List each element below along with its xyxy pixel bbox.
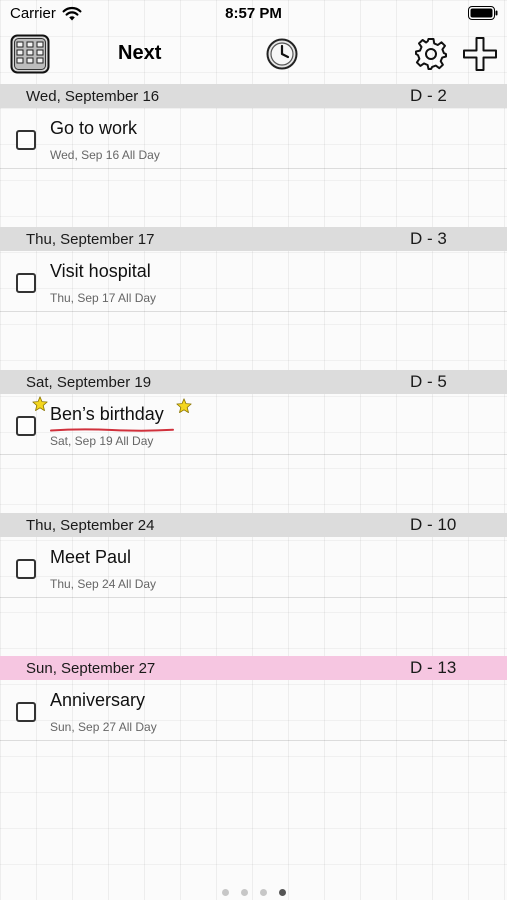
event-checkbox[interactable]: [16, 559, 36, 579]
event-title: Meet Paul: [50, 547, 132, 567]
status-time: 8:57 PM: [225, 5, 282, 22]
day-date: Thu, September 17: [26, 231, 155, 248]
event-checkbox[interactable]: [16, 702, 36, 722]
event-row[interactable]: Go to work Wed, Sep 16 All Day: [0, 108, 507, 168]
star-icon: [176, 398, 192, 413]
row-divider: [0, 454, 507, 455]
day-date: Wed, September 16: [26, 88, 160, 105]
history-clock-icon[interactable]: [266, 38, 298, 70]
day-date: Sun, September 27: [26, 660, 156, 677]
page-dot-active[interactable]: [278, 889, 286, 896]
day-section: Wed, September 16 D - 2 Go to work Wed, …: [0, 84, 507, 227]
day-header: Wed, September 16 D - 2: [0, 84, 507, 108]
event-subtitle: Sat, Sep 19 All Day: [50, 434, 154, 448]
page-dot[interactable]: [221, 889, 229, 896]
event-subtitle: Thu, Sep 24 All Day: [50, 577, 157, 591]
star-icon: [32, 396, 48, 411]
add-plus-icon[interactable]: [462, 36, 498, 72]
highlight-underline: [50, 428, 174, 432]
battery-icon: [468, 6, 498, 20]
day-date: Thu, September 24: [26, 517, 155, 534]
day-section: Thu, September 24 D - 10 Meet Paul Thu, …: [0, 513, 507, 656]
event-subtitle: Wed, Sep 16 All Day: [50, 148, 160, 162]
day-header: Thu, September 24 D - 10: [0, 513, 507, 537]
day-section: Thu, September 17 D - 3 Visit hospital T…: [0, 227, 507, 370]
day-countdown: D - 5: [410, 372, 447, 391]
event-title: Go to work: [50, 118, 138, 138]
page-title: Next: [118, 42, 162, 64]
day-header: Sun, September 27 D - 13: [0, 656, 507, 680]
day-countdown: D - 10: [410, 515, 457, 534]
event-row[interactable]: Ben’s birthday Sat, Sep 19 All Day: [0, 394, 507, 454]
day-countdown: D - 3: [410, 229, 447, 248]
calendar-grid-icon[interactable]: [10, 34, 50, 74]
row-divider: [0, 168, 507, 169]
row-divider: [0, 311, 507, 312]
event-row[interactable]: Anniversary Sun, Sep 27 All Day: [0, 680, 507, 740]
event-checkbox[interactable]: [16, 416, 36, 436]
day-header: Sat, September 19 D - 5: [0, 370, 507, 394]
event-subtitle: Thu, Sep 17 All Day: [50, 291, 157, 305]
day-date: Sat, September 19: [26, 374, 152, 391]
day-countdown: D - 2: [410, 86, 447, 105]
event-checkbox[interactable]: [16, 130, 36, 150]
event-row[interactable]: Visit hospital Thu, Sep 17 All Day: [0, 251, 507, 311]
status-bar: Carrier 8:57 PM: [0, 0, 507, 28]
event-title: Anniversary: [50, 690, 146, 710]
row-divider: [0, 597, 507, 598]
event-title: Ben’s birthday: [50, 404, 164, 424]
day-section: Sat, September 19 D - 5 Ben’s birthday S…: [0, 370, 507, 513]
settings-gear-icon[interactable]: [414, 37, 448, 71]
event-subtitle: Sun, Sep 27 All Day: [50, 720, 157, 734]
event-title: Visit hospital: [50, 261, 151, 281]
page-dot[interactable]: [240, 889, 248, 896]
day-header: Thu, September 17 D - 3: [0, 227, 507, 251]
event-row[interactable]: Meet Paul Thu, Sep 24 All Day: [0, 537, 507, 597]
day-countdown: D - 13: [410, 658, 457, 677]
page-dot[interactable]: [259, 889, 267, 896]
nav-bar: Next: [0, 28, 507, 82]
page-indicator[interactable]: [0, 889, 507, 899]
event-checkbox[interactable]: [16, 273, 36, 293]
row-divider: [0, 740, 507, 741]
day-section: Sun, September 27 D - 13 Anniversary Sun…: [0, 656, 507, 799]
